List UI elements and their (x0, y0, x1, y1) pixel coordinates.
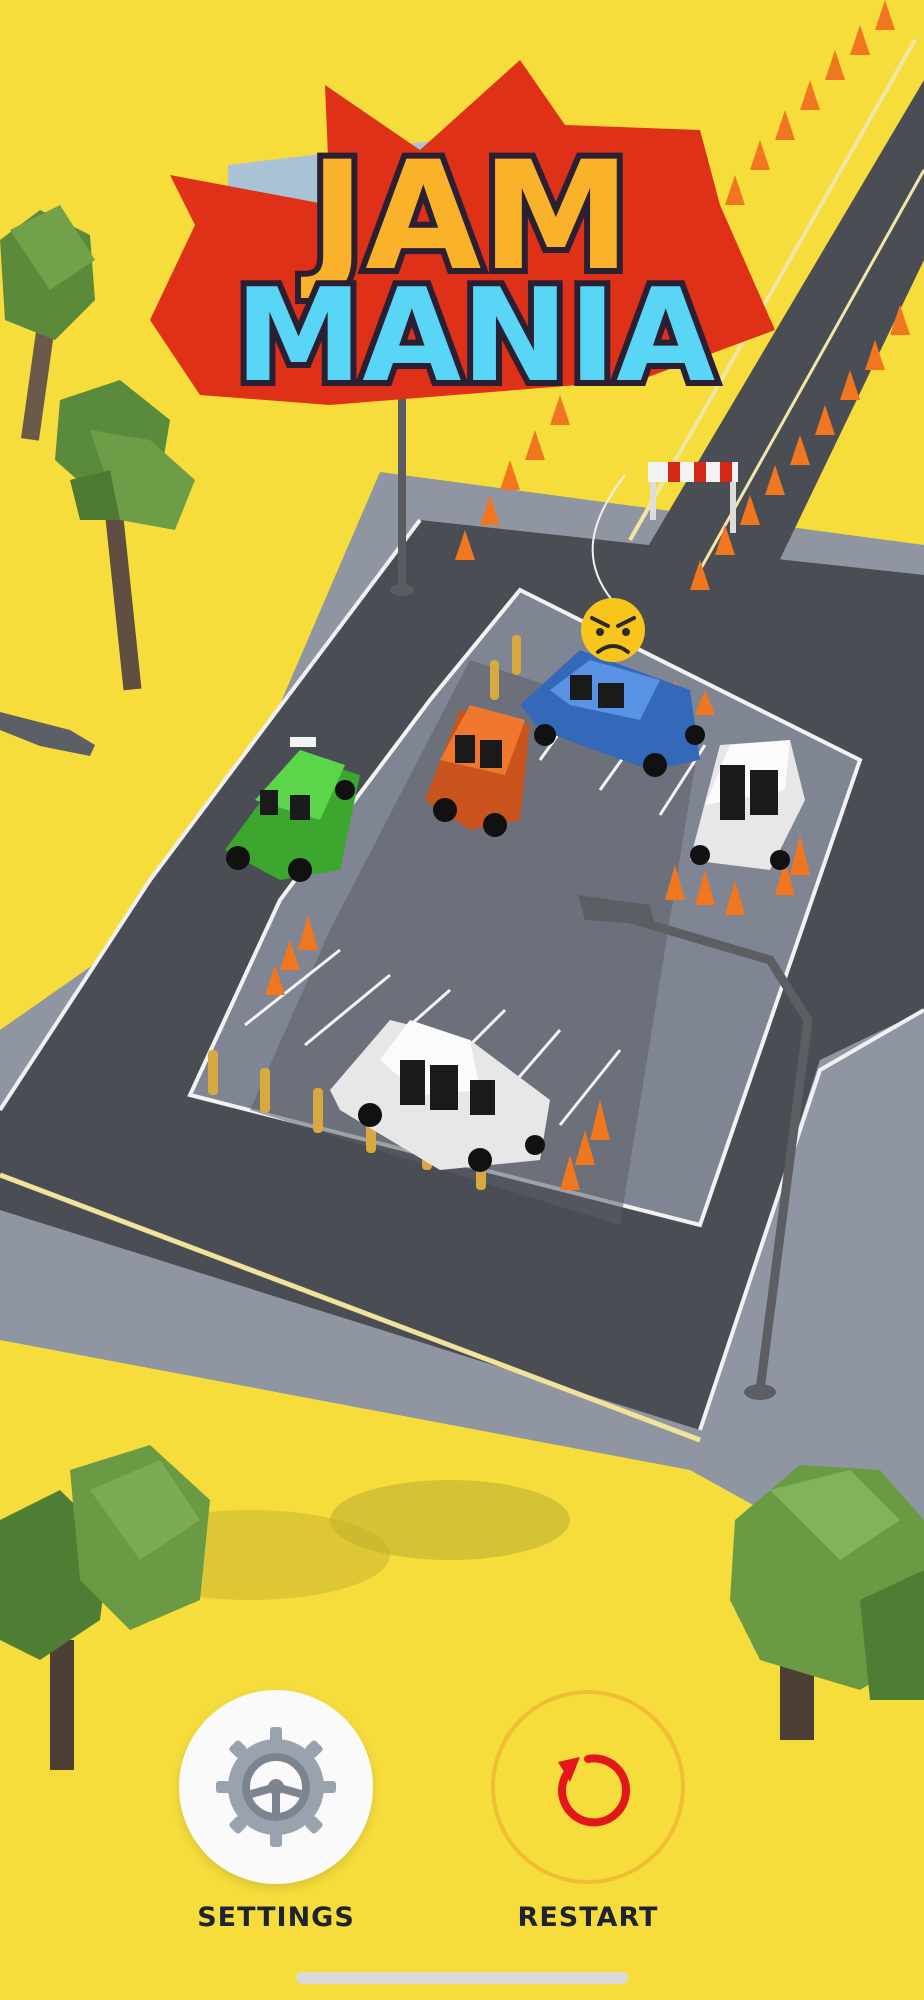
home-indicator[interactable] (296, 1972, 628, 1984)
restart-button[interactable] (491, 1690, 685, 1884)
settings-label[interactable]: SETTINGS (156, 1902, 396, 1933)
steering-wheel-gear-icon (216, 1727, 336, 1847)
restart-arrow-icon (558, 1754, 631, 1827)
settings-control[interactable]: SETTINGS (156, 1690, 396, 1933)
restart-label[interactable]: RESTART (468, 1902, 708, 1933)
game-scene: JAM MANIA (0, 0, 924, 2000)
game-screen: JAM MANIA SETTINGS RESTART (0, 0, 924, 2000)
title-mania: MANIA (235, 262, 715, 411)
restart-control[interactable]: RESTART (468, 1690, 708, 1933)
angry-face-icon (581, 598, 645, 662)
settings-button[interactable] (179, 1690, 373, 1884)
